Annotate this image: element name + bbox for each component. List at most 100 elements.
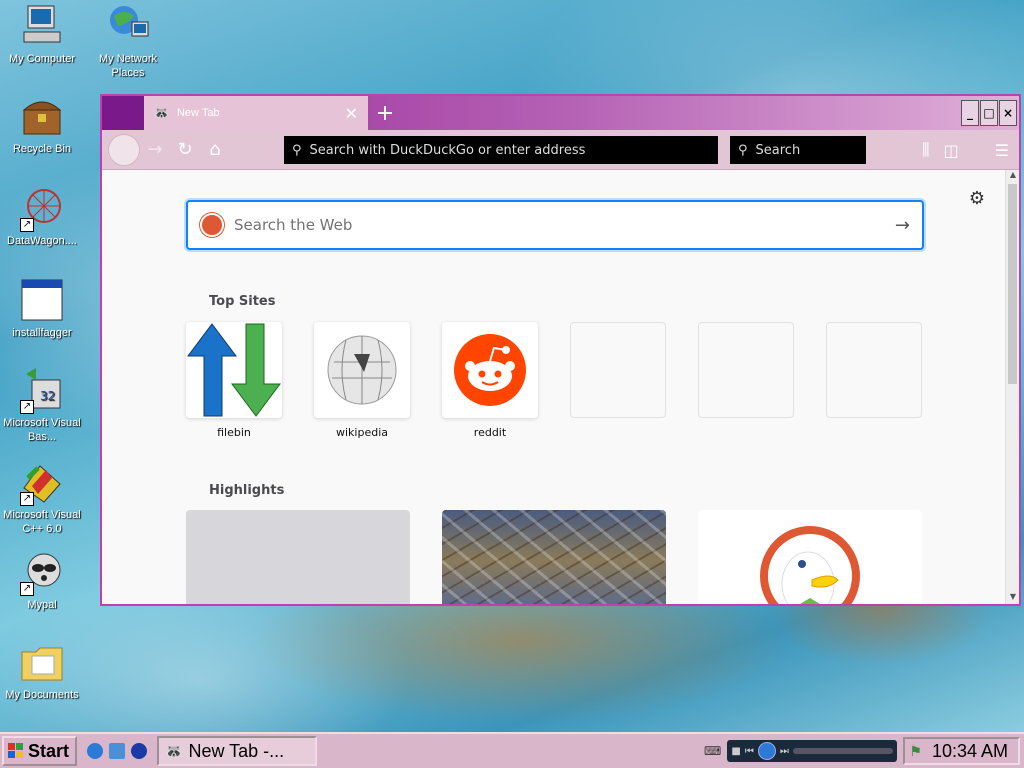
top-site-name: wikipedia bbox=[335, 426, 388, 439]
close-button[interactable]: × bbox=[999, 100, 1017, 126]
top-site-tile-empty[interactable] bbox=[826, 322, 922, 440]
play-icon[interactable] bbox=[757, 742, 776, 760]
desktop-icon-label: DataWagon.... bbox=[7, 235, 77, 247]
top-site-tile-empty[interactable] bbox=[698, 322, 794, 440]
datawagon-icon: ↗ bbox=[18, 184, 66, 232]
keyboard-icon[interactable]: ⌨ bbox=[704, 744, 721, 758]
library-icon[interactable]: ⫼ bbox=[922, 140, 929, 160]
scroll-down-icon[interactable]: ▼ bbox=[1006, 592, 1020, 604]
start-button[interactable]: Start bbox=[2, 736, 78, 766]
highlight-card[interactable] bbox=[442, 510, 666, 604]
duckduckgo-logo-icon bbox=[200, 213, 224, 237]
tab-new-tab[interactable]: 🦝 New Tab ✕ bbox=[144, 96, 368, 130]
clock[interactable]: 10:34 AM bbox=[932, 741, 1008, 762]
desktop-icon-my-computer[interactable]: My Computer bbox=[0, 2, 84, 66]
outlook-express-icon[interactable] bbox=[109, 743, 126, 759]
mypal-app-icon: 🦝 bbox=[165, 742, 183, 759]
web-search-placeholder: Search the Web bbox=[234, 216, 353, 234]
toolbar-right: ⫼ ◫ ☰ bbox=[922, 136, 1009, 164]
desktop-icon-mypal[interactable]: ↗ Mypal bbox=[0, 548, 84, 612]
desktop-icon-recycle-bin[interactable]: Recycle Bin bbox=[0, 92, 84, 156]
top-sites-grid: filebin wikipedia reddit bbox=[186, 322, 922, 440]
volume-slider[interactable] bbox=[792, 748, 894, 754]
new-tab-button[interactable]: + bbox=[368, 96, 402, 130]
top-site-tile[interactable]: reddit bbox=[442, 322, 538, 440]
highlights-title: Highlights bbox=[209, 483, 285, 498]
internet-explorer-icon[interactable] bbox=[87, 743, 104, 759]
top-site-name bbox=[570, 426, 666, 440]
folder-icon bbox=[18, 638, 66, 686]
maximize-button[interactable]: □ bbox=[980, 100, 998, 126]
media-player-icon[interactable] bbox=[131, 743, 148, 759]
gear-icon[interactable]: ⚙ bbox=[969, 188, 985, 209]
network-tray-icon[interactable]: ⚑ bbox=[909, 743, 922, 760]
home-icon[interactable]: ⌂ bbox=[200, 135, 230, 165]
highlight-card[interactable] bbox=[186, 510, 410, 604]
desktop-icon-label: Mypal bbox=[27, 599, 57, 611]
desktop-icon-label: Recycle Bin bbox=[12, 143, 72, 155]
scrollbar-thumb[interactable] bbox=[1008, 184, 1017, 384]
desktop-icon-label: Microsoft Visual C++ 6.0 bbox=[3, 509, 81, 535]
desktop-icon-datawagon[interactable]: ↗ DataWagon.... bbox=[0, 184, 84, 248]
search-icon: ⚲ bbox=[292, 142, 302, 158]
top-site-name: filebin bbox=[217, 426, 251, 439]
media-player-toolbar[interactable]: ■ ⏮ ⏭ bbox=[727, 740, 898, 762]
filebin-icon bbox=[186, 322, 282, 418]
back-button[interactable] bbox=[108, 133, 140, 166]
desktop-icon-my-network-places[interactable]: My Network Places bbox=[86, 2, 170, 80]
search-bar[interactable]: ⚲ Search bbox=[730, 136, 866, 164]
arrow-right-icon[interactable]: → bbox=[895, 215, 910, 236]
top-site-name bbox=[698, 426, 794, 440]
wikipedia-globe-icon bbox=[314, 322, 410, 418]
top-site-tile-empty[interactable] bbox=[570, 322, 666, 440]
stop-icon[interactable]: ■ bbox=[731, 746, 740, 757]
desktop-icon-my-documents[interactable]: My Documents bbox=[0, 638, 84, 702]
windows-logo-icon bbox=[8, 743, 23, 758]
desktop-icon-label: My Network Places bbox=[98, 53, 158, 79]
shortcut-arrow-icon: ↗ bbox=[20, 582, 34, 596]
web-search-box[interactable]: Search the Web → bbox=[186, 200, 924, 250]
task-label: New Tab -... bbox=[188, 740, 285, 761]
search-icon: ⚲ bbox=[738, 142, 748, 158]
top-site-tile[interactable]: wikipedia bbox=[314, 322, 410, 440]
reddit-icon bbox=[442, 322, 538, 418]
shortcut-arrow-icon: ↗ bbox=[20, 492, 34, 506]
desktop-icon-label: My Documents bbox=[5, 689, 79, 701]
url-bar[interactable]: ⚲ Search with DuckDuckGo or enter addres… bbox=[284, 136, 718, 164]
raccoon-icon: ↗ bbox=[18, 548, 66, 596]
new-tab-page: ⚙ Search the Web → Top Sites filebin wik… bbox=[102, 170, 1005, 604]
desktop-icon-installfagger[interactable]: installfagger bbox=[0, 276, 84, 340]
next-icon[interactable]: ⏭ bbox=[780, 746, 789, 757]
top-site-name bbox=[826, 426, 922, 440]
vertical-scrollbar[interactable]: ▲ ▼ bbox=[1005, 170, 1019, 604]
desktop-icon-visual-cpp[interactable]: ↗ Microsoft Visual C++ 6.0 bbox=[0, 458, 84, 536]
system-tray: ⌨ ■ ⏮ ⏭ ⚑ 10:34 AM bbox=[704, 737, 1020, 765]
notification-area: ⚑ 10:34 AM bbox=[903, 737, 1020, 765]
menu-icon[interactable]: ☰ bbox=[995, 141, 1009, 160]
window-controls: _ □ × bbox=[961, 96, 1019, 130]
tab-bar: 🦝 New Tab ✕ + _ □ × bbox=[102, 96, 1019, 130]
tab-bar-left-strip bbox=[102, 96, 144, 130]
tab-favicon-icon: 🦝 bbox=[154, 106, 169, 120]
scroll-up-icon[interactable]: ▲ bbox=[1006, 170, 1020, 182]
window-app-icon bbox=[18, 276, 66, 324]
previous-icon[interactable]: ⏮ bbox=[745, 746, 754, 757]
quick-launch bbox=[87, 743, 148, 759]
visual-cpp-icon: ↗ bbox=[18, 458, 66, 506]
taskbar: Start 🦝 New Tab -... ⌨ ■ ⏮ ⏭ ⚑ 10:34 AM bbox=[0, 732, 1024, 768]
minimize-button[interactable]: _ bbox=[961, 100, 979, 126]
highlight-card[interactable] bbox=[698, 510, 922, 604]
search-placeholder: Search bbox=[755, 142, 801, 158]
svg-text:32: 32 bbox=[40, 389, 55, 403]
forward-icon[interactable]: → bbox=[140, 135, 170, 165]
tab-close-icon[interactable]: ✕ bbox=[345, 104, 358, 123]
taskbar-task-new-tab[interactable]: 🦝 New Tab -... bbox=[157, 736, 318, 766]
visual-basic-icon: 32 ↗ bbox=[18, 366, 66, 414]
sidebar-icon[interactable]: ◫ bbox=[944, 141, 959, 160]
highlights-grid bbox=[186, 510, 922, 604]
reload-icon[interactable]: ↻ bbox=[170, 135, 200, 165]
desktop-icon-visual-basic[interactable]: 32 ↗ Microsoft Visual Bas... bbox=[0, 366, 84, 444]
top-site-tile[interactable]: filebin bbox=[186, 322, 282, 440]
shortcut-arrow-icon: ↗ bbox=[20, 218, 34, 232]
start-label: Start bbox=[28, 740, 70, 761]
